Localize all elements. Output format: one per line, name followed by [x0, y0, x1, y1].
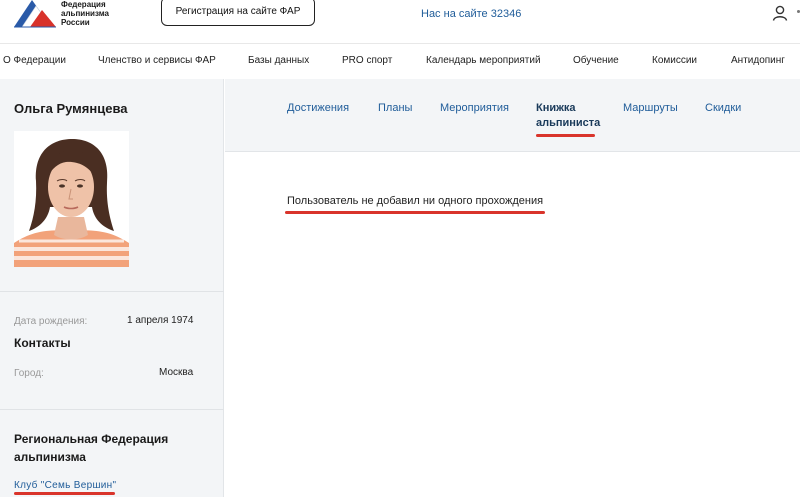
logo-emblem-icon [14, 0, 56, 28]
profile-name: Ольга Румянцева [14, 101, 128, 116]
nav-item-databases[interactable]: Базы данных [248, 55, 309, 66]
top-bar: Федерация альпинизма России Регистрация … [0, 0, 800, 44]
nav-item-antidoping[interactable]: Антидопинг [731, 55, 785, 66]
active-tab-underline [536, 134, 595, 137]
tab-achievements[interactable]: Достижения [287, 101, 349, 116]
club-link[interactable]: Клуб "Семь Вершин" [14, 480, 116, 491]
far-logo[interactable]: Федерация альпинизма России [12, 0, 122, 30]
profile-tabs: Достижения Планы Мероприятия Книжка альп… [225, 79, 800, 152]
nav-item-membership[interactable]: Членство и сервисы ФАР [98, 55, 216, 66]
nav-item-education[interactable]: Обучение [573, 55, 619, 66]
profile-photo [14, 131, 129, 267]
tab-routes[interactable]: Маршруты [623, 101, 678, 116]
club-highlight-underline [14, 492, 115, 495]
tab-discounts[interactable]: Скидки [705, 101, 741, 116]
online-count: Нас на сайте 32346 [421, 8, 522, 20]
divider [0, 409, 224, 410]
nav-item-commissions[interactable]: Комиссии [652, 55, 697, 66]
empty-state-message: Пользователь не добавил ни одного прохож… [287, 195, 544, 207]
divider [0, 291, 224, 292]
profile-sidebar: Ольга Румянцева Дата рождения: 1 апреля … [0, 79, 224, 497]
logo-text: Федерация альпинизма России [61, 0, 109, 27]
tab-content: Пользователь не добавил ни одного прохож… [225, 152, 800, 497]
tab-plans[interactable]: Планы [378, 101, 412, 116]
user-icon[interactable] [772, 5, 788, 21]
nav-item-pro-sport[interactable]: PRO спорт [342, 55, 392, 66]
contacts-title: Контакты [14, 336, 71, 350]
tab-climber-book[interactable]: Книжка альпиниста [536, 101, 606, 131]
birth-date-label: Дата рождения: [14, 316, 88, 327]
regional-federation-title: Региональная Федерация альпинизма [14, 432, 169, 464]
nav-item-calendar[interactable]: Календарь мероприятий [426, 55, 541, 66]
birth-date-value: 1 апреля 1974 [127, 315, 194, 326]
message-highlight-underline [285, 211, 545, 214]
tab-events[interactable]: Мероприятия [440, 101, 509, 116]
profile-photo-image [14, 131, 129, 267]
main-nav: О Федерации Членство и сервисы ФАР Базы … [0, 45, 800, 79]
nav-item-about[interactable]: О Федерации [3, 55, 66, 66]
city-label: Город: [14, 368, 44, 379]
register-button[interactable]: Регистрация на сайте ФАР [161, 0, 315, 26]
city-value: Москва [159, 367, 194, 378]
